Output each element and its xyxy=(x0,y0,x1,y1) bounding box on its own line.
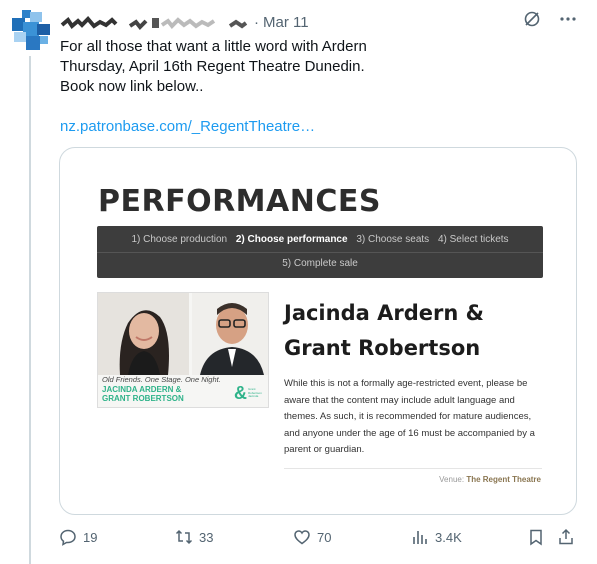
promo-small-text: Grant Robertson Jacinda xyxy=(248,387,262,398)
reply-count: 19 xyxy=(83,529,98,545)
avatar[interactable] xyxy=(8,8,52,52)
promo-name-line: GRANT ROBERTSON xyxy=(102,394,184,403)
performances-heading: PERFORMANCES xyxy=(98,184,381,219)
like-button[interactable]: 70 xyxy=(293,525,331,549)
promo-ampersand: & xyxy=(234,383,247,403)
heart-icon xyxy=(294,530,310,545)
venue-info: Venue: The Regent Theatre xyxy=(439,475,541,484)
step-choose-seats: 3) Choose seats xyxy=(356,234,430,245)
like-count: 70 xyxy=(317,529,332,545)
tweet-line: Thursday, April 16th Regent Theatre Dune… xyxy=(60,58,365,75)
header-separator: · xyxy=(254,13,259,31)
tweet-link[interactable]: nz.patronbase.com/_RegentTheatre… xyxy=(60,117,315,137)
views-count: 3.4K xyxy=(435,529,462,545)
bookmark-icon xyxy=(530,529,542,546)
repost-button[interactable]: 33 xyxy=(175,525,213,549)
views-button[interactable]: 3.4K xyxy=(411,525,462,549)
promo-tagline: Old Friends. One Stage. One Night. xyxy=(102,375,221,384)
tweet-text: For all those that want a little word wi… xyxy=(60,37,560,97)
step-select-tickets: 4) Select tickets xyxy=(437,234,509,245)
step-choose-production: 1) Choose production xyxy=(131,234,228,245)
tweet-action-bar: 19 33 70 3.4K xyxy=(59,525,579,549)
event-promo-image: Old Friends. One Stage. One Night. JACIN… xyxy=(97,292,269,408)
venue-divider xyxy=(284,468,542,469)
step-choose-performance: 2) Choose performance xyxy=(235,234,348,245)
tweet-date[interactable]: Mar 11 xyxy=(263,14,309,31)
tweet-line: Book now link below.. xyxy=(60,78,204,95)
repost-icon xyxy=(175,529,193,545)
reply-button[interactable]: 19 xyxy=(59,525,97,549)
portrait-photo-right xyxy=(192,293,268,375)
event-title-line: Jacinda Ardern & xyxy=(284,301,484,325)
portrait-photo-left xyxy=(98,293,189,375)
views-icon xyxy=(413,531,427,544)
display-name-redacted[interactable] xyxy=(60,16,250,30)
repost-count: 33 xyxy=(199,529,214,545)
thread-line xyxy=(29,56,31,564)
promo-names: JACINDA ARDERN & GRANT ROBERTSON xyxy=(102,385,184,403)
grok-icon[interactable] xyxy=(523,10,541,28)
venue-name: The Regent Theatre xyxy=(466,475,541,484)
bookmark-button[interactable] xyxy=(527,525,545,549)
event-title-line: Grant Robertson xyxy=(284,336,481,360)
tweet-header: · Mar 11 xyxy=(60,11,309,33)
step-complete-sale: 5) Complete sale xyxy=(282,258,358,269)
event-title: Jacinda Ardern & Grant Robertson xyxy=(284,296,544,366)
more-icon[interactable] xyxy=(559,10,577,28)
share-icon xyxy=(559,528,573,545)
event-description: While this is not a formally age-restric… xyxy=(284,378,535,455)
promo-name-line: JACINDA ARDERN & xyxy=(102,385,182,394)
tweet-line: For all those that want a little word wi… xyxy=(60,38,367,55)
share-button[interactable] xyxy=(557,525,575,549)
venue-label: Venue: xyxy=(439,475,465,484)
steps-divider xyxy=(97,252,543,253)
reply-icon xyxy=(60,529,76,546)
link-preview-card[interactable]: PERFORMANCES 1) Choose production 2) Cho… xyxy=(59,147,577,515)
booking-steps-bar: 1) Choose production 2) Choose performan… xyxy=(97,226,543,278)
